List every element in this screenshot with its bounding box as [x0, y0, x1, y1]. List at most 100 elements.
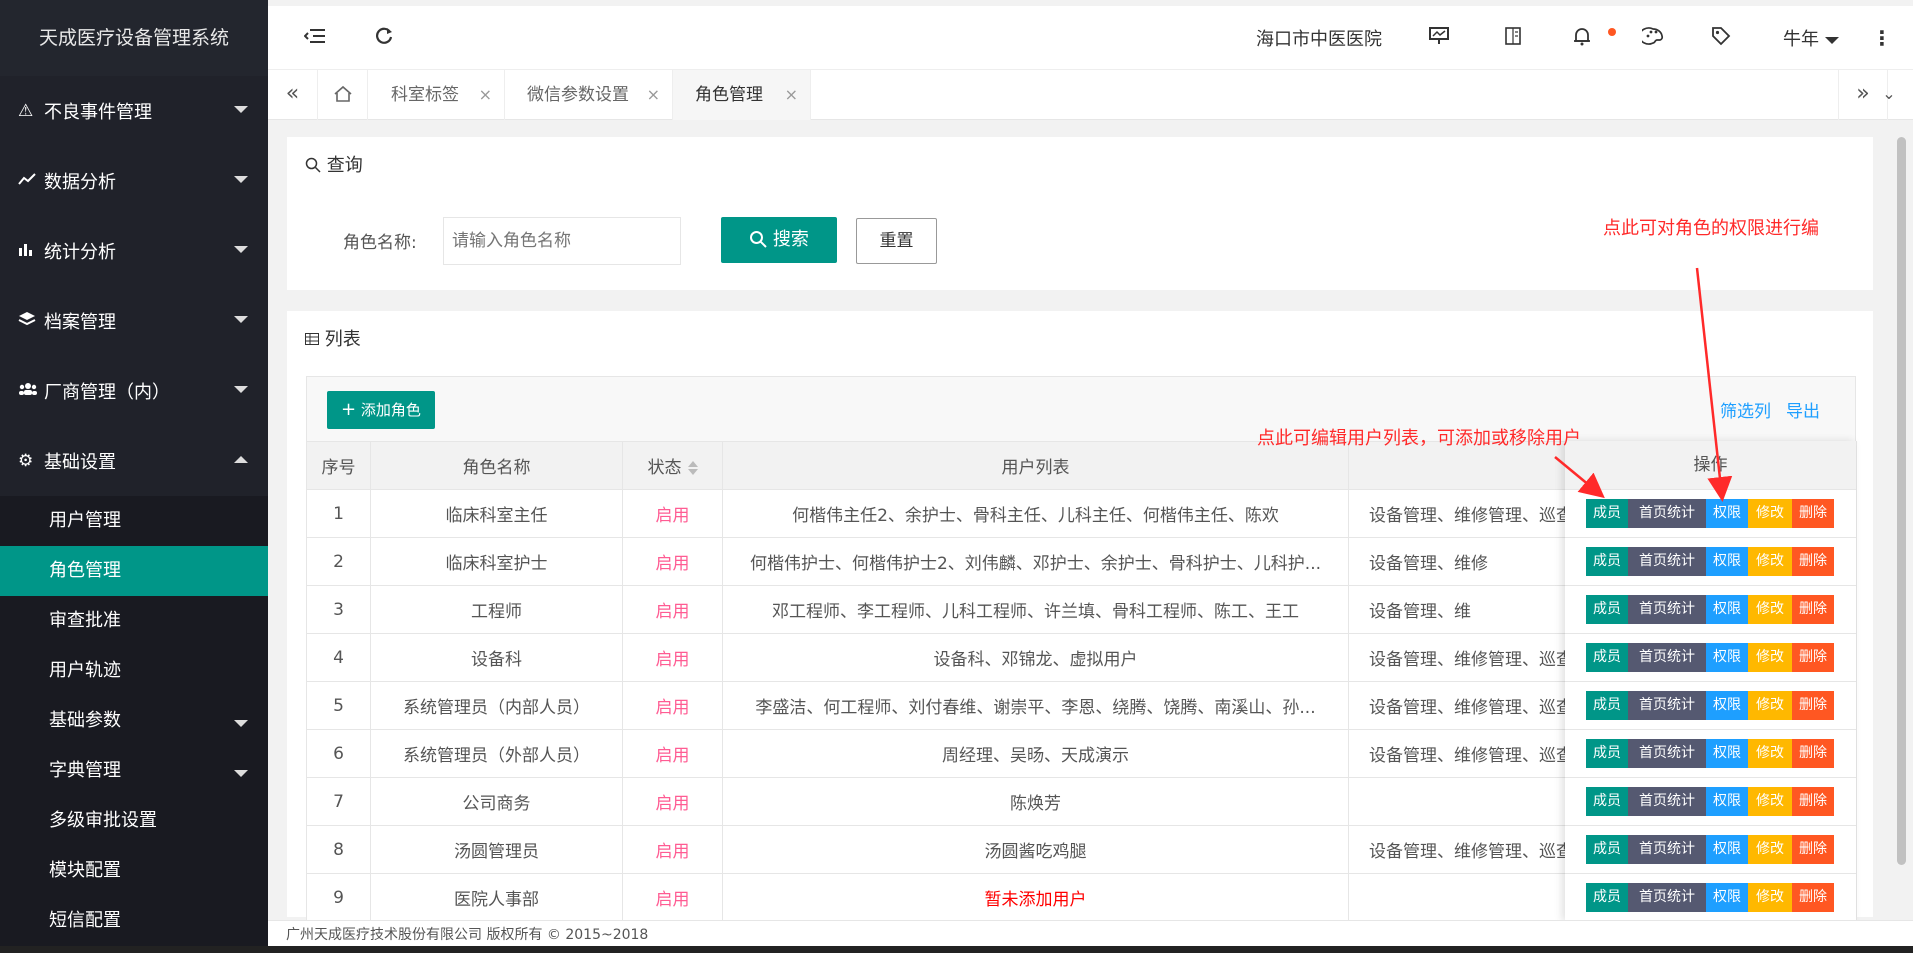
home-stats-button[interactable]: 首页统计 — [1628, 787, 1706, 816]
export-link[interactable]: 导出 — [1786, 397, 1820, 422]
member-button[interactable]: 成员 — [1586, 739, 1628, 768]
col-header-status[interactable]: 状态 — [622, 441, 723, 490]
permission-button[interactable]: 权限 — [1706, 739, 1748, 768]
reset-button[interactable]: 重置 — [856, 218, 937, 264]
sidebar-item-basic-params[interactable]: 基础参数 — [0, 696, 268, 746]
tab-bar: « 科室标签 × 微信参数设置 × 角色管理 × » ⌄ — [268, 70, 1913, 120]
sidebar-group-data-analysis[interactable]: 数据分析 — [0, 146, 268, 216]
permission-button[interactable]: 权限 — [1706, 643, 1748, 672]
member-button[interactable]: 成员 — [1586, 883, 1628, 912]
edit-button[interactable]: 修改 — [1748, 835, 1792, 864]
cell-status: 启用 — [622, 873, 723, 922]
sidebar-item-module-config[interactable]: 模块配置 — [0, 846, 268, 896]
cell-status: 启用 — [622, 825, 723, 874]
sidebar-group-statistics[interactable]: 统计分析 — [0, 216, 268, 286]
delete-button[interactable]: 删除 — [1792, 595, 1834, 624]
user-name: 牛年 — [1783, 29, 1819, 50]
permission-button[interactable]: 权限 — [1706, 499, 1748, 528]
sidebar-group-archives[interactable]: 档案管理 — [0, 286, 268, 356]
tab-role-management[interactable]: 角色管理 × — [673, 70, 811, 120]
more-vertical-icon[interactable]: ⋮ — [1872, 26, 1892, 50]
bell-icon[interactable] — [1573, 26, 1591, 51]
home-stats-button[interactable]: 首页统计 — [1628, 739, 1706, 768]
tag-icon[interactable] — [1711, 26, 1731, 51]
permission-button[interactable]: 权限 — [1706, 835, 1748, 864]
home-stats-button[interactable]: 首页统计 — [1628, 643, 1706, 672]
edit-button[interactable]: 修改 — [1748, 499, 1792, 528]
menu-fold-icon[interactable] — [303, 26, 326, 50]
delete-button[interactable]: 删除 — [1792, 691, 1834, 720]
home-stats-button[interactable]: 首页统计 — [1628, 691, 1706, 720]
edit-button[interactable]: 修改 — [1748, 643, 1792, 672]
sidebar-item-user-management[interactable]: 用户管理 — [0, 496, 268, 546]
sidebar-group-vendors[interactable]: 厂商管理（内） — [0, 356, 268, 426]
edit-button[interactable]: 修改 — [1748, 739, 1792, 768]
palette-icon[interactable] — [1638, 26, 1664, 50]
sidebar-item-role-management[interactable]: 角色管理 — [0, 546, 268, 596]
sidebar-item-dictionary[interactable]: 字典管理 — [0, 746, 268, 796]
home-stats-button[interactable]: 首页统计 — [1628, 547, 1706, 576]
home-stats-button[interactable]: 首页统计 — [1628, 595, 1706, 624]
cell-user-list: 汤圆酱吃鸡腿 — [722, 825, 1349, 874]
close-icon[interactable]: × — [479, 70, 492, 120]
permission-button[interactable]: 权限 — [1706, 547, 1748, 576]
member-button[interactable]: 成员 — [1586, 547, 1628, 576]
delete-button[interactable]: 删除 — [1792, 739, 1834, 768]
edit-button[interactable]: 修改 — [1748, 547, 1792, 576]
permission-button[interactable]: 权限 — [1706, 595, 1748, 624]
add-role-label: 添加角色 — [360, 401, 421, 419]
sidebar-group-adverse-events[interactable]: ⚠ 不良事件管理 — [0, 76, 268, 146]
user-menu[interactable]: 牛年 — [1783, 25, 1839, 51]
search-button[interactable]: 搜索 — [721, 217, 837, 263]
role-name-input[interactable] — [443, 217, 681, 265]
member-button[interactable]: 成员 — [1586, 835, 1628, 864]
sidebar: 天成医疗设备管理系统 ⚠ 不良事件管理 数据分析 统计分析 档案管理 厂商管理（… — [0, 0, 268, 953]
home-stats-button[interactable]: 首页统计 — [1628, 883, 1706, 912]
cell-status: 启用 — [622, 489, 723, 538]
tab-wechat-params[interactable]: 微信参数设置 × — [505, 70, 673, 120]
home-stats-button[interactable]: 首页统计 — [1628, 835, 1706, 864]
edit-button[interactable]: 修改 — [1748, 883, 1792, 912]
page-scrollbar[interactable] — [1897, 137, 1906, 865]
filter-columns-link[interactable]: 筛选列 — [1720, 397, 1771, 422]
delete-button[interactable]: 删除 — [1792, 547, 1834, 576]
sidebar-group-basic-settings[interactable]: ⚙ 基础设置 — [0, 426, 268, 496]
sidebar-item-user-track[interactable]: 用户轨迹 — [0, 646, 268, 696]
delete-button[interactable]: 删除 — [1792, 835, 1834, 864]
member-button[interactable]: 成员 — [1586, 691, 1628, 720]
home-stats-button[interactable]: 首页统计 — [1628, 499, 1706, 528]
sidebar-item-sms-config[interactable]: 短信配置 — [0, 896, 268, 946]
refresh-icon[interactable] — [374, 26, 394, 51]
permission-button[interactable]: 权限 — [1706, 883, 1748, 912]
permission-button[interactable]: 权限 — [1706, 787, 1748, 816]
edit-button[interactable]: 修改 — [1748, 595, 1792, 624]
edit-button[interactable]: 修改 — [1748, 787, 1792, 816]
tab-dept-label[interactable]: 科室标签 × — [369, 70, 505, 120]
sidebar-item-label: 字典管理 — [49, 760, 121, 781]
cell-status: 启用 — [622, 585, 723, 634]
member-button[interactable]: 成员 — [1586, 595, 1628, 624]
sidebar-item-multi-approval[interactable]: 多级审批设置 — [0, 796, 268, 846]
app-title: 天成医疗设备管理系统 — [0, 0, 268, 76]
cell-role-name: 临床科室主任 — [370, 489, 623, 538]
delete-button[interactable]: 删除 — [1792, 499, 1834, 528]
home-tab[interactable] — [318, 70, 368, 120]
delete-button[interactable]: 删除 — [1792, 787, 1834, 816]
note-icon[interactable] — [1504, 26, 1522, 51]
permission-button[interactable]: 权限 — [1706, 691, 1748, 720]
member-button[interactable]: 成员 — [1586, 499, 1628, 528]
edit-button[interactable]: 修改 — [1748, 691, 1792, 720]
presentation-icon[interactable] — [1428, 26, 1450, 51]
sidebar-item-review-approval[interactable]: 审查批准 — [0, 596, 268, 646]
close-icon[interactable]: × — [647, 70, 660, 120]
sort-icon[interactable] — [687, 461, 698, 475]
tab-menu-chevron-down-icon[interactable]: ⌄ — [1864, 70, 1913, 120]
delete-button[interactable]: 删除 — [1792, 883, 1834, 912]
close-icon[interactable]: × — [785, 70, 798, 120]
add-role-button[interactable]: + 添加角色 — [327, 391, 435, 429]
delete-button[interactable]: 删除 — [1792, 643, 1834, 672]
tab-scroll-left-icon[interactable]: « — [268, 70, 318, 120]
operations-row: 成员 首页统计 权限 修改 删除 — [1565, 682, 1856, 730]
member-button[interactable]: 成员 — [1586, 787, 1628, 816]
member-button[interactable]: 成员 — [1586, 643, 1628, 672]
